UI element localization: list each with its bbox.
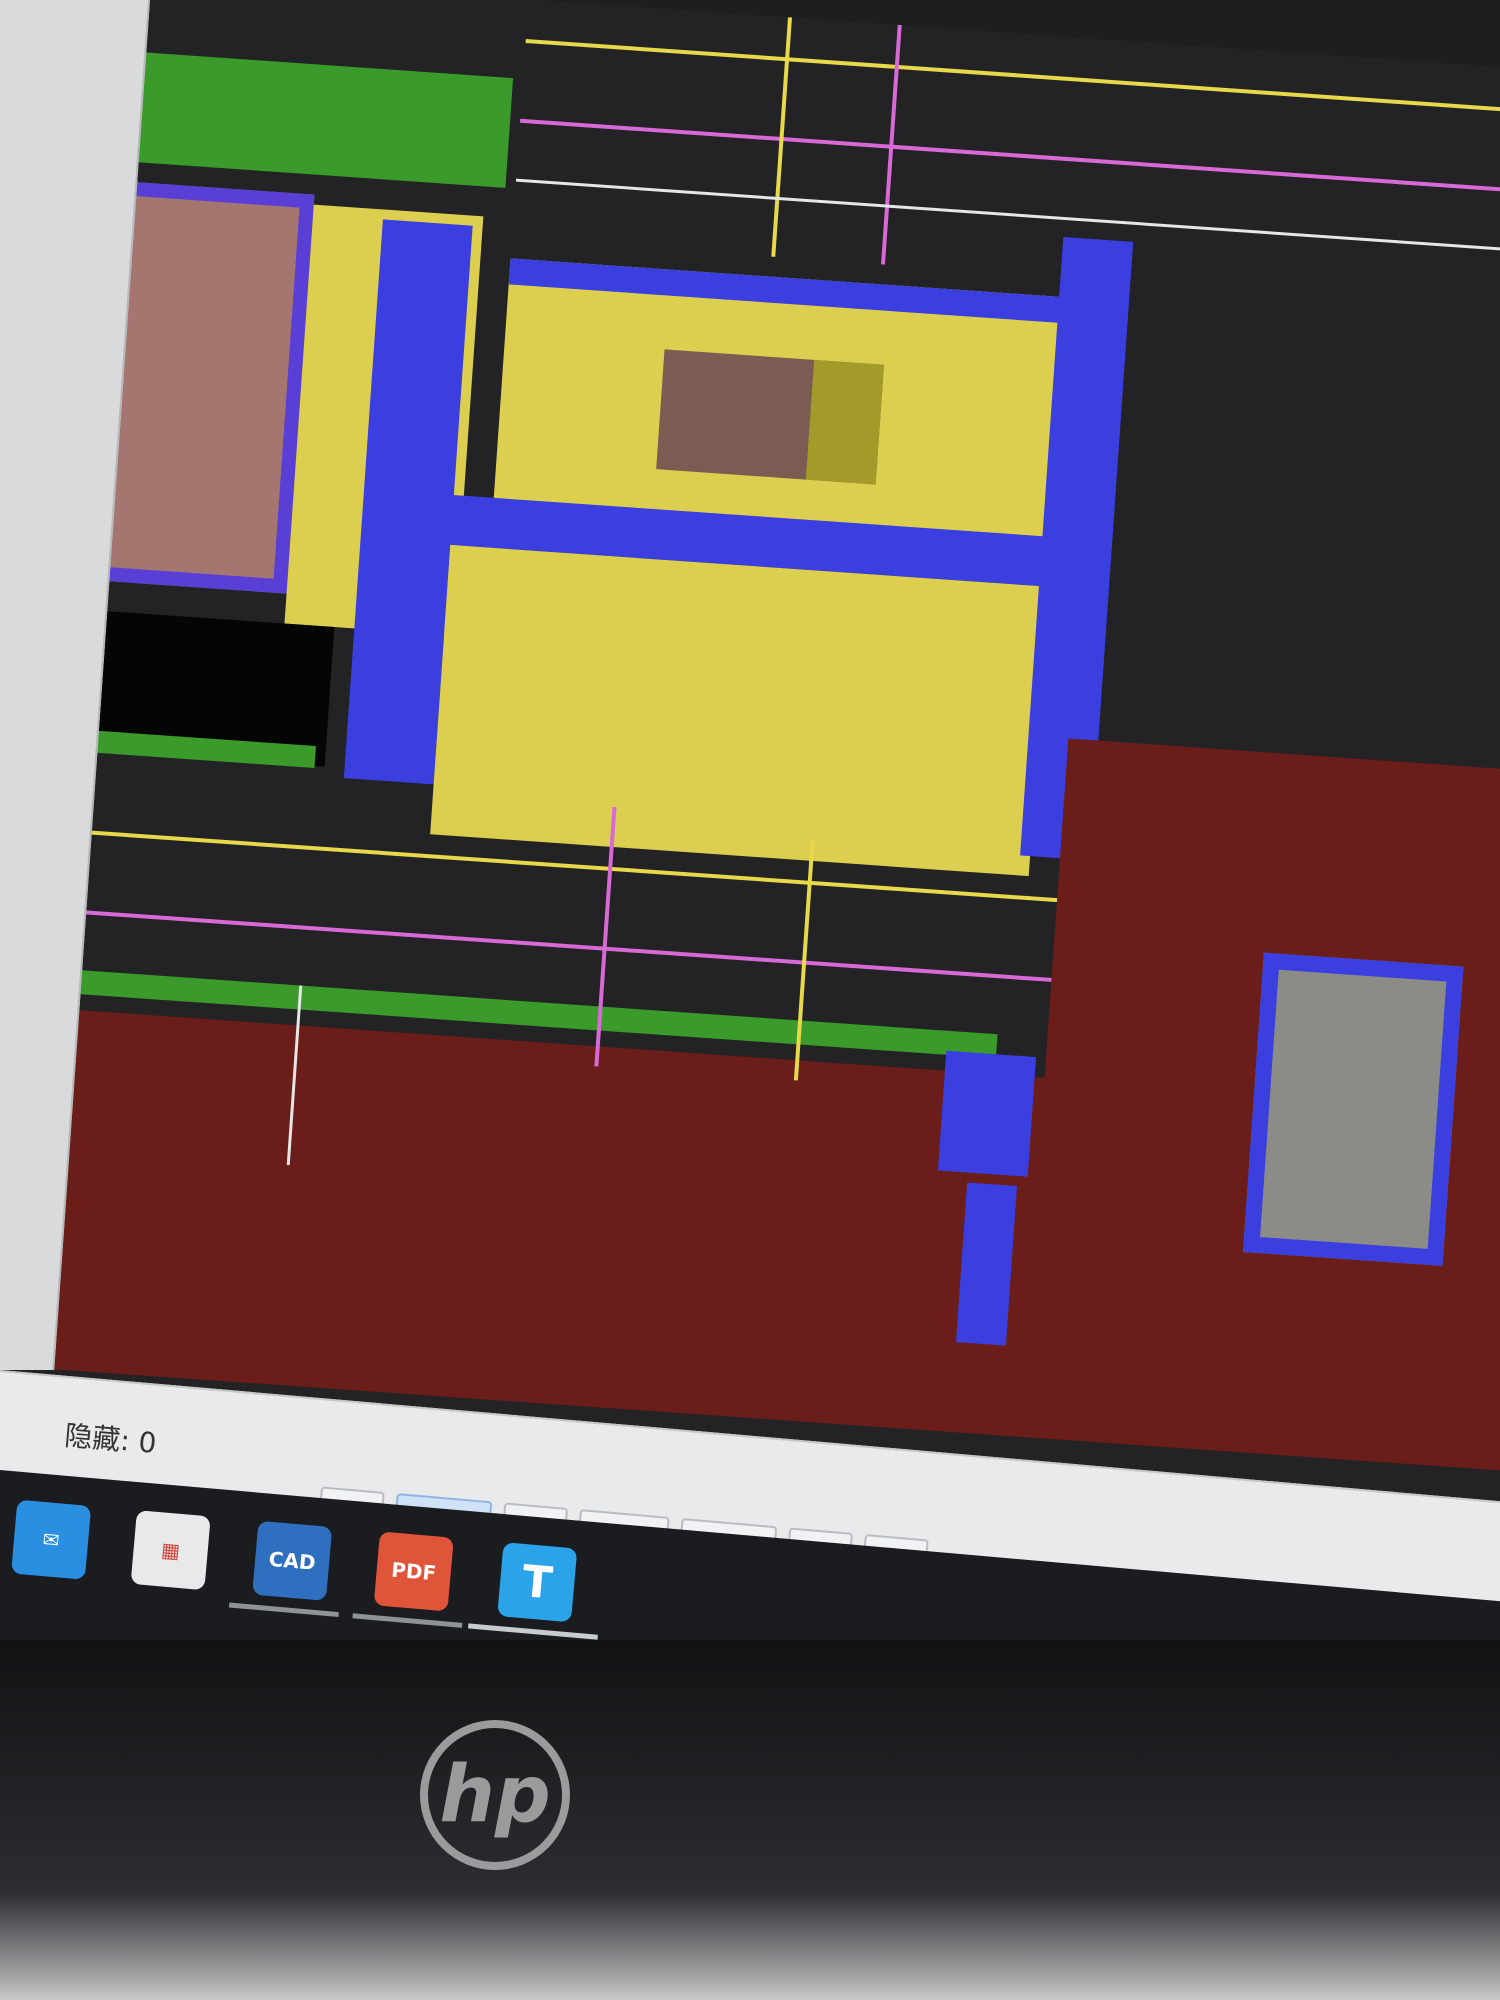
blue-column-bottom xyxy=(937,1050,1037,1177)
store-icon[interactable]: ▦ xyxy=(130,1510,211,1591)
grey-panel-right xyxy=(1242,952,1464,1266)
t-app-active-indicator xyxy=(467,1623,598,1640)
cad-glyph: CAD xyxy=(267,1546,317,1575)
green-beam-top xyxy=(86,48,514,188)
hp-logo: hp xyxy=(420,1720,570,1870)
grid-line-yellow xyxy=(525,38,1500,120)
cad-viewport[interactable] xyxy=(0,0,1500,1551)
mail-icon[interactable]: ✉ xyxy=(11,1499,92,1580)
hidden-count-label: 隐藏: 0 xyxy=(63,1418,158,1460)
dark-red-floor-bottom xyxy=(0,997,1095,1441)
laptop-bezel xyxy=(0,1640,1500,2000)
brown-column-center xyxy=(656,349,884,485)
close-icon[interactable]: ✕ xyxy=(0,500,15,530)
pdf-icon[interactable]: PDF xyxy=(373,1531,454,1612)
hp-logo-text: hp xyxy=(439,1750,551,1840)
t-app-icon[interactable]: T xyxy=(497,1542,578,1623)
pdf-running-indicator xyxy=(352,1613,463,1628)
yellow-slab-bottom xyxy=(430,544,1049,877)
grid-line-magenta xyxy=(519,118,1500,200)
grid-line-white xyxy=(515,178,1500,252)
pdf-glyph: PDF xyxy=(390,1557,438,1586)
store-glyph: ▦ xyxy=(160,1537,182,1563)
cad-icon[interactable]: CAD xyxy=(252,1520,333,1601)
grid-line-magenta xyxy=(0,897,1052,982)
cad-running-indicator xyxy=(228,1602,339,1618)
t-app-glyph: T xyxy=(520,1555,555,1609)
mail-glyph: ✉ xyxy=(41,1527,61,1553)
